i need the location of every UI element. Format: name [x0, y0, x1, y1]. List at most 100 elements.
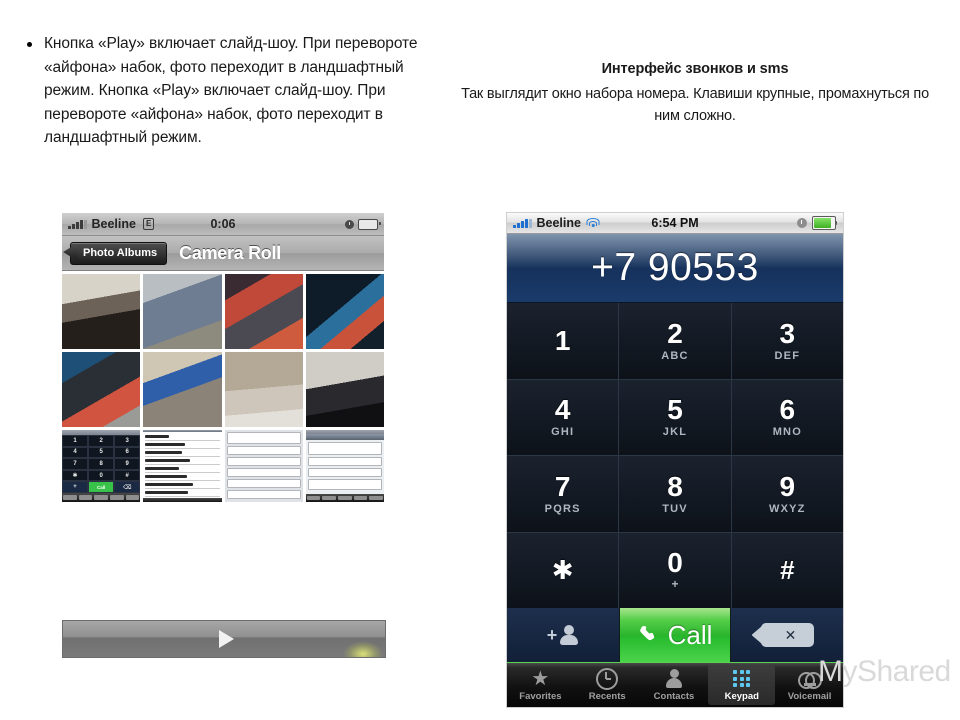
photo-thumbnail[interactable]	[305, 352, 384, 427]
key-4[interactable]: 4 GHI	[507, 379, 619, 455]
mini-key: 5	[88, 446, 115, 459]
key-6[interactable]: 6 MNO	[731, 379, 843, 455]
photo-thumbnail[interactable]	[224, 274, 303, 349]
key-digit: 4	[554, 394, 571, 426]
key-digit: 3	[779, 317, 796, 349]
bullet-paragraph-block: Кнопка «Play» включает слайд-шоу. При пе…	[14, 32, 434, 150]
call-button-label: Call	[667, 619, 713, 650]
mini-row	[145, 465, 220, 473]
mini-key: 1	[62, 435, 89, 447]
tab-favorites[interactable]: ★ Favorites	[507, 663, 574, 707]
mini-tab-bar	[143, 498, 222, 502]
mini-row	[145, 433, 220, 441]
bullet-marker	[14, 32, 44, 150]
photo-thumbnail[interactable]	[62, 274, 141, 349]
key-5[interactable]: 5 JKL	[619, 379, 731, 455]
key-digit: 1	[554, 324, 571, 356]
mini-key: 4	[62, 446, 89, 459]
photos-alarm-icon	[345, 219, 354, 229]
key-digit: 0	[667, 547, 683, 579]
photos-clock-label: 0:06	[210, 217, 236, 231]
tab-voicemail[interactable]: Voicemail	[776, 663, 843, 707]
key-letters: ABC	[661, 349, 689, 362]
key-digit: 6	[779, 394, 796, 426]
mini-call: Call	[88, 481, 115, 493]
photo-thumbnail[interactable]	[305, 274, 384, 349]
mini-contact-card	[224, 430, 303, 502]
add-contact-button[interactable]: +	[507, 608, 619, 662]
mini-row	[145, 473, 220, 481]
call-button[interactable]: Call	[619, 608, 731, 662]
phone-tab-bar: ★ Favorites Recents Contacts Keypad Voic…	[507, 662, 843, 707]
dialed-number-display[interactable]: +7 90553	[507, 234, 843, 303]
mini-field	[307, 457, 382, 467]
dialer-keypad: 1 2 ABC 3 DEF 4 GHI 5 JKL 6 MNO 7 PQRS 8 TUV 9W…	[507, 303, 843, 608]
mini-field	[226, 432, 301, 444]
key-star[interactable]: ✱	[507, 532, 619, 608]
key-3[interactable]: 3 DEF	[731, 303, 843, 379]
dialed-number-text: +7 90553	[591, 246, 759, 289]
keypad-grid-icon	[733, 669, 751, 689]
key-letters: JKL	[662, 426, 688, 439]
key-letters: GHI	[551, 426, 575, 439]
delete-backspace-button[interactable]: ✕	[731, 608, 843, 662]
back-to-photo-albums-button[interactable]: Photo Albums	[70, 241, 168, 265]
photo-thumbnail-contacts-screenshot[interactable]	[143, 430, 222, 502]
mini-key: 3	[114, 435, 141, 447]
backspace-delete-icon: ✕	[760, 623, 814, 647]
mini-key: +	[62, 481, 89, 493]
key-digit: 8	[667, 470, 683, 502]
mini-field	[226, 446, 301, 455]
key-7[interactable]: 7 PQRS	[507, 456, 619, 532]
tab-contacts[interactable]: Contacts	[641, 663, 708, 707]
key-letters: WXYZ	[769, 502, 806, 515]
mini-tab-bar	[62, 493, 141, 502]
photo-thumbnail[interactable]	[224, 352, 303, 427]
slideshow-play-toolbar[interactable]	[62, 620, 386, 658]
photo-thumbnail-contact-edit-screenshot[interactable]	[305, 430, 384, 502]
dialer-status-bar: Beeline 6:54 PM	[507, 213, 843, 234]
mini-key: ⌫	[114, 481, 141, 493]
photo-thumbnail-keypad-screenshot[interactable]: 123 456 789 ✱ 0 # + Call ⌫	[62, 430, 141, 502]
key-digit: 5	[667, 394, 683, 426]
key-digit: #	[780, 555, 795, 586]
photo-thumbnail[interactable]	[143, 274, 222, 349]
key-letters: +	[671, 577, 679, 592]
mini-field	[226, 479, 301, 488]
photo-thumbnail-contact-detail-screenshot[interactable]	[224, 430, 303, 502]
mini-row	[145, 449, 220, 457]
key-digit: 9	[779, 470, 796, 502]
right-text-block: Интерфейс звонков и sms Так выглядит окн…	[455, 58, 935, 127]
section-title: Интерфейс звонков и sms	[601, 61, 789, 77]
mini-key: 2	[88, 435, 115, 447]
key-0[interactable]: 0 +	[619, 532, 731, 608]
play-triangle-icon[interactable]	[218, 630, 234, 648]
key-hash[interactable]: #	[731, 532, 843, 608]
key-2[interactable]: 2 ABC	[619, 303, 731, 379]
key-1[interactable]: 1	[507, 303, 619, 379]
photo-thumbnail[interactable]	[143, 352, 222, 427]
mini-contact-list	[143, 432, 222, 498]
key-8[interactable]: 8 TUV	[619, 456, 731, 532]
mini-field	[226, 490, 301, 499]
mini-key: 6	[114, 446, 141, 459]
bullet-dot-icon	[26, 42, 32, 48]
mini-row	[145, 481, 220, 489]
tab-keypad[interactable]: Keypad	[708, 665, 776, 705]
mini-field	[307, 468, 382, 478]
bullet-paragraph-text: Кнопка «Play» включает слайд-шоу. При пе…	[44, 35, 418, 146]
photos-status-right	[345, 218, 381, 230]
photos-page-title: Camera Roll	[179, 242, 281, 263]
photo-thumbnail[interactable]	[62, 352, 141, 427]
phone-handset-icon	[639, 626, 654, 641]
key-9[interactable]: 9 WXYZ	[731, 456, 843, 532]
tab-label: Contacts	[653, 690, 695, 702]
camera-roll-screenshot: Beeline E 0:06 Photo Albums Camera Roll …	[62, 213, 386, 658]
tab-label: Voicemail	[787, 690, 832, 702]
back-button-label: Photo Albums	[83, 247, 158, 259]
tab-recents[interactable]: Recents	[574, 663, 641, 707]
add-contact-icon: +	[547, 625, 580, 645]
tab-label: Favorites	[519, 690, 562, 702]
mini-row	[145, 457, 220, 465]
tab-label: Recents	[588, 690, 626, 702]
